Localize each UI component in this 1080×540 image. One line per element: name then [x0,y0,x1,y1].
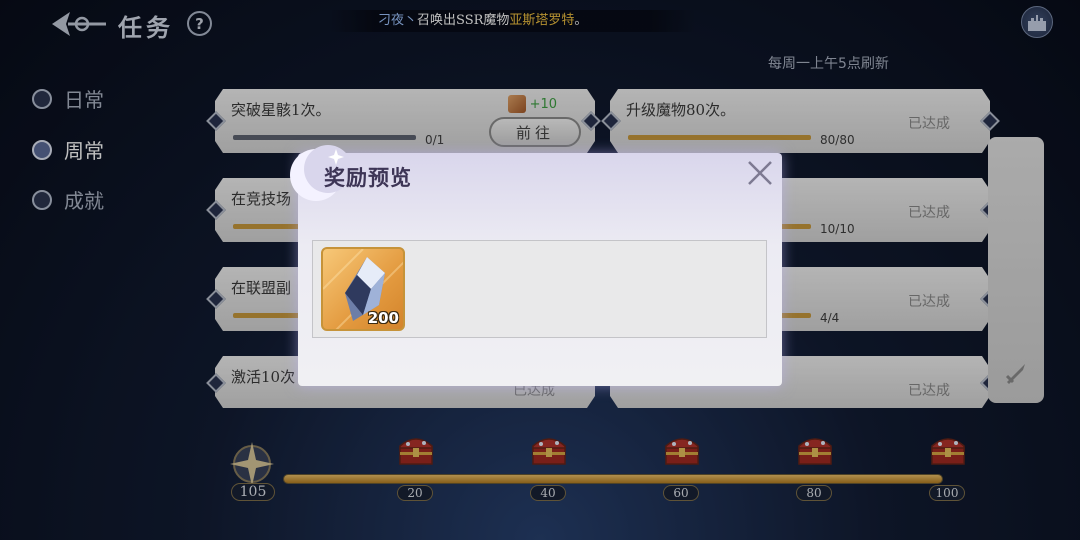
reward-list: 200 [312,240,767,338]
reward-preview-modal: 奖励预览 200 [290,145,782,386]
close-icon[interactable] [746,159,774,187]
reward-item[interactable]: 200 [321,247,405,331]
modal-title: 奖励预览 [324,165,412,190]
reward-count: 200 [367,309,399,327]
